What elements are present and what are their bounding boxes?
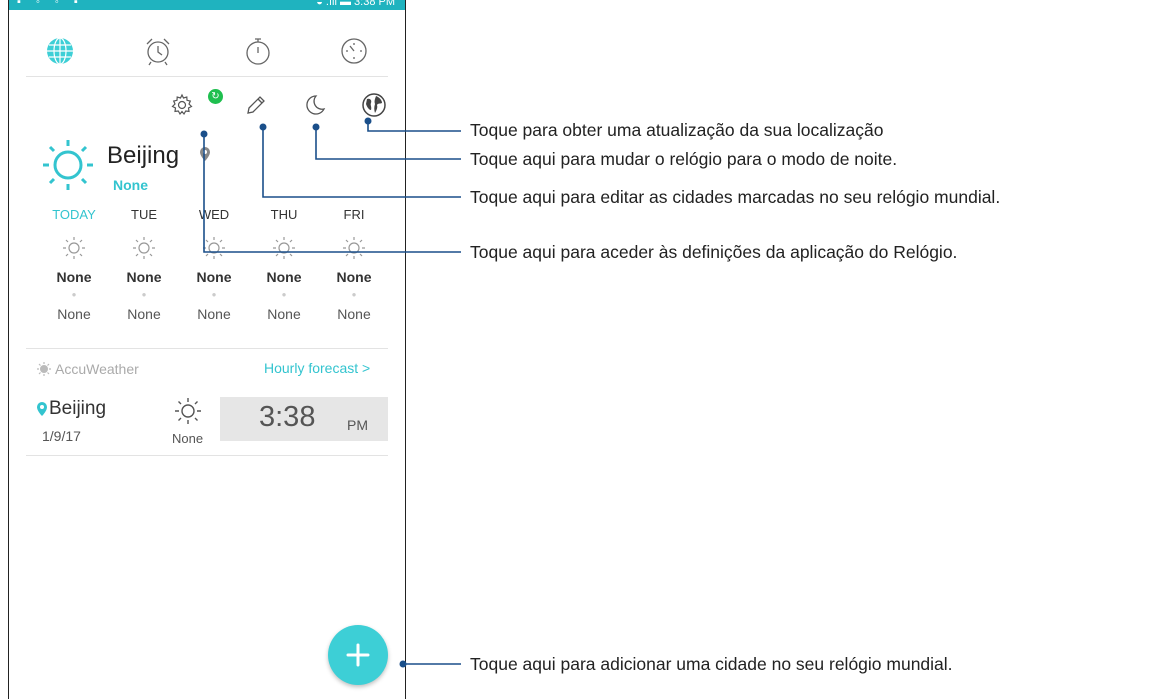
callout-night-mode: Toque aqui para mudar o relógio para o m… [470,149,898,169]
callout-lines [200,117,461,668]
callout-dot-edit [259,123,267,131]
callout-edit-cities: Toque aqui para editar as cidades marcad… [470,187,1001,207]
callout-settings: Toque aqui para aceder às definições da … [470,242,958,262]
callout-add-city: Toque aqui para adicionar uma cidade no … [470,654,953,674]
callout-dot-night [312,123,320,131]
callout-line-edit [262,127,461,198]
callout-location-update: Toque para obter uma atualização da sua … [470,120,884,140]
callout-dot-location [364,117,372,125]
callout-dot-add [399,660,407,668]
callout-dot-settings [200,130,208,138]
callout-line-location [367,121,461,132]
callout-line-settings [203,134,461,253]
